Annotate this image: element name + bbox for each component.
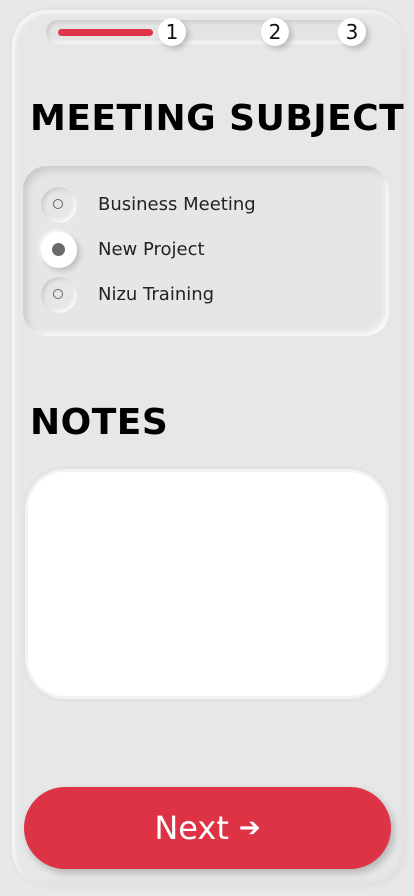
radio-option-nizu-training[interactable]: Nizu Training — [41, 277, 371, 313]
step-2-indicator[interactable]: 2 — [261, 18, 289, 46]
radio-button-selected[interactable] — [41, 232, 77, 268]
meeting-subject-heading: MEETING SUBJECT — [30, 98, 405, 139]
next-button[interactable]: Next ➔ — [24, 787, 391, 869]
notes-textarea[interactable] — [25, 469, 389, 699]
radio-option-business-meeting[interactable]: Business Meeting — [41, 187, 371, 223]
progress-fill — [58, 29, 153, 36]
step-3-indicator[interactable]: 3 — [338, 18, 366, 46]
arrow-right-icon: ➔ — [238, 813, 261, 843]
progress-bar — [46, 20, 366, 44]
radio-option-new-project[interactable]: New Project — [41, 232, 371, 268]
form-card — [12, 10, 405, 886]
radio-option-label: New Project — [98, 239, 205, 260]
radio-unselected-icon — [53, 199, 63, 209]
step-1-indicator[interactable]: 1 — [158, 18, 186, 46]
radio-option-label: Nizu Training — [98, 284, 215, 305]
notes-heading: NOTES — [30, 402, 169, 443]
meeting-subject-radio-group: Business Meeting New Project Nizu Traini… — [23, 166, 389, 336]
radio-unselected-icon — [53, 289, 63, 299]
radio-button[interactable] — [41, 187, 77, 223]
radio-option-label: Business Meeting — [98, 194, 256, 215]
radio-button[interactable] — [41, 277, 77, 313]
radio-selected-icon — [52, 243, 65, 256]
next-button-label: Next — [154, 809, 229, 847]
app-screen: 1 2 3 MEETING SUBJECT Business Meeting N… — [0, 0, 414, 896]
